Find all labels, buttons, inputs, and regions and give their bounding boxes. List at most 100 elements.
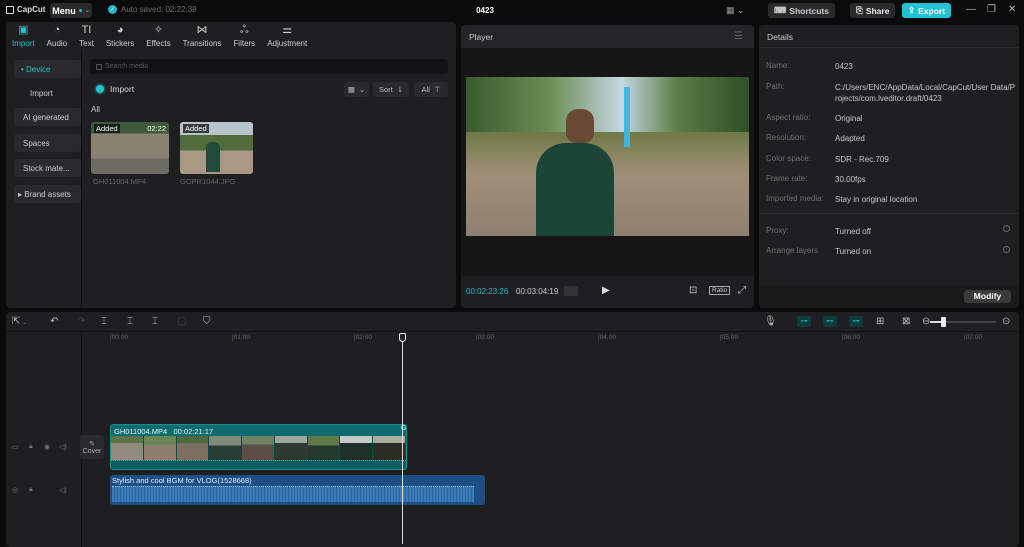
close-button[interactable]: ✕ — [1008, 4, 1016, 15]
tab-label: Audio — [46, 38, 68, 48]
audio-clip[interactable]: Stylish and cool BGM for VLOG(1528668) — [110, 475, 485, 505]
sidebar-item-ai-generated[interactable]: AI generated — [14, 108, 81, 126]
delete-left-icon[interactable]: ⌶ — [127, 316, 133, 327]
details-title: Details — [767, 32, 793, 42]
app-name: CapCut — [17, 5, 46, 14]
tab-label: Stickers — [105, 38, 135, 48]
playhead[interactable] — [402, 336, 403, 544]
eye-icon[interactable]: ◉ — [44, 443, 50, 451]
clip-name: GH011004.MP4 — [114, 427, 168, 436]
sort-button[interactable]: Sort ⇂ — [373, 82, 409, 97]
preview-axis-icon[interactable]: ⊞ — [876, 316, 884, 327]
mute-icon[interactable]: ◁) — [59, 486, 67, 494]
pole — [624, 87, 630, 147]
tab-effects[interactable]: ✧ Effects — [140, 22, 176, 50]
cover-button[interactable]: ✎ Cover — [80, 435, 104, 459]
check-icon: ✓ — [108, 5, 117, 14]
edit-icon: ✎ — [89, 440, 95, 448]
split-icon[interactable]: ⌶ — [101, 316, 107, 327]
menu-button[interactable]: Menu ⌄ — [50, 3, 92, 18]
thumbnail-icon[interactable]: ⊠ — [902, 316, 910, 327]
clip-audio-waveform — [111, 460, 406, 469]
ruler-tick: |01:00 — [232, 334, 250, 341]
detail-key: Imported media: — [766, 194, 824, 203]
main-track-magnet-icon[interactable]: ⊶ — [797, 316, 811, 327]
sidebar-item-import[interactable]: Import — [14, 84, 81, 102]
sidebar-item-device[interactable]: • Device — [14, 60, 81, 78]
media-item[interactable]: Added — [180, 122, 253, 174]
tab-filters[interactable]: ஃ Filters — [227, 22, 261, 50]
tab-transitions[interactable]: ⋈ Transitions — [177, 22, 228, 50]
timeline-ruler[interactable] — [82, 332, 1019, 346]
sidebar-item-brand-assets[interactable]: ▸ Brand assets — [14, 185, 81, 203]
fullscreen-icon[interactable]: ⤢ — [738, 285, 746, 296]
auto-snap-icon[interactable]: ⊷ — [823, 316, 837, 327]
play-button[interactable]: ▶ — [602, 285, 610, 296]
linkage-icon[interactable]: ⊶ — [849, 316, 863, 327]
zoom-fit-icon[interactable]: ⊙ — [1002, 316, 1010, 327]
filter-button[interactable]: All ⊤ — [414, 82, 448, 97]
mute-icon[interactable]: ◁) — [59, 443, 67, 451]
detail-value: SDR - Rec.709 — [835, 155, 889, 164]
import-button[interactable]: Import — [92, 81, 138, 96]
ratio-button[interactable]: Ratio — [709, 286, 731, 295]
lock-icon[interactable]: 🔒︎ — [29, 443, 33, 451]
tab-stickers[interactable]: ◕ Stickers — [100, 22, 140, 50]
video-clip[interactable]: GH011004.MP4 00:02:21:17 — [110, 424, 407, 470]
tab-audio[interactable]: ◔ Audio — [41, 22, 73, 50]
detail-key: Frame rate: — [766, 174, 808, 183]
sidebar-item-spaces[interactable]: Spaces — [14, 134, 81, 152]
help-icon[interactable]: ? — [1003, 225, 1010, 232]
restore-button[interactable]: ❐ — [987, 4, 996, 15]
grid-view-icon: ▦ — [347, 85, 355, 94]
lock-icon[interactable]: 🔒︎ — [29, 486, 33, 494]
media-item-name: GOPR1044.JPG — [180, 177, 236, 186]
delete-icon[interactable]: ▢ — [177, 316, 186, 327]
video-preview[interactable] — [466, 77, 749, 236]
minimize-button[interactable]: — — [966, 4, 976, 15]
fit-icon[interactable]: ⊡ — [689, 285, 697, 296]
search-input[interactable]: Search media — [90, 59, 448, 74]
shortcuts-button[interactable]: ⌨ Shortcuts — [768, 3, 835, 18]
person-body — [536, 143, 614, 236]
tab-adjustment[interactable]: ⚌ Adjustment — [261, 22, 313, 50]
added-badge: Added — [183, 124, 209, 133]
modify-button[interactable]: Modify — [964, 290, 1011, 303]
help-icon[interactable]: ? — [1003, 246, 1010, 253]
select-tool-icon[interactable]: ⇱ ⌄ — [12, 316, 27, 327]
zoom-slider-fill — [930, 321, 941, 323]
marker-icon[interactable]: ⛉ — [203, 316, 211, 327]
added-badge: Added — [94, 124, 120, 133]
zoom-slider[interactable] — [938, 321, 996, 323]
playhead-handle[interactable] — [399, 333, 406, 342]
delete-right-icon[interactable]: ⌶ — [152, 316, 158, 327]
layout-icon[interactable]: ▦ ⌄ — [726, 5, 745, 16]
undo-icon[interactable]: ↶ — [50, 316, 58, 327]
import-label: Import — [110, 83, 135, 94]
tab-text[interactable]: TI Text — [73, 22, 100, 50]
export-button[interactable]: ⇪ Export — [902, 3, 952, 18]
tab-import[interactable]: ▣ Import — [6, 22, 41, 50]
shortcuts-label: Shortcuts — [789, 5, 829, 16]
share-button[interactable]: ⎘ Share — [850, 3, 896, 18]
redo-icon[interactable]: ↷ — [77, 316, 85, 327]
sidebar-item-stock-materials[interactable]: Stock mate... — [14, 159, 81, 177]
ruler-tick: |07:00 — [964, 334, 982, 341]
chevron-down-icon: ⌄ — [84, 8, 90, 14]
app-logo: CapCut — [6, 5, 45, 14]
view-mode-button[interactable]: ▦ ⌄ — [344, 82, 369, 97]
microphone-icon[interactable]: 🎙︎ — [764, 316, 777, 327]
frame — [111, 436, 144, 460]
share-icon: ⎘ — [856, 5, 863, 15]
clip-duration: 00:02:21:17 — [173, 427, 214, 436]
details-header — [759, 25, 1019, 48]
media-item[interactable]: Added 02:22 — [91, 122, 169, 174]
compare-icon[interactable] — [564, 286, 578, 296]
search-placeholder: Search media — [105, 63, 149, 70]
zoom-slider-handle[interactable] — [940, 317, 946, 327]
detail-key: Path: — [766, 82, 785, 91]
detail-value: Turned off — [835, 227, 872, 236]
detail-key: Arrange layers — [766, 246, 819, 255]
detail-value: Stay in original location — [835, 195, 918, 204]
menu-icon[interactable]: ☰ — [734, 31, 743, 42]
